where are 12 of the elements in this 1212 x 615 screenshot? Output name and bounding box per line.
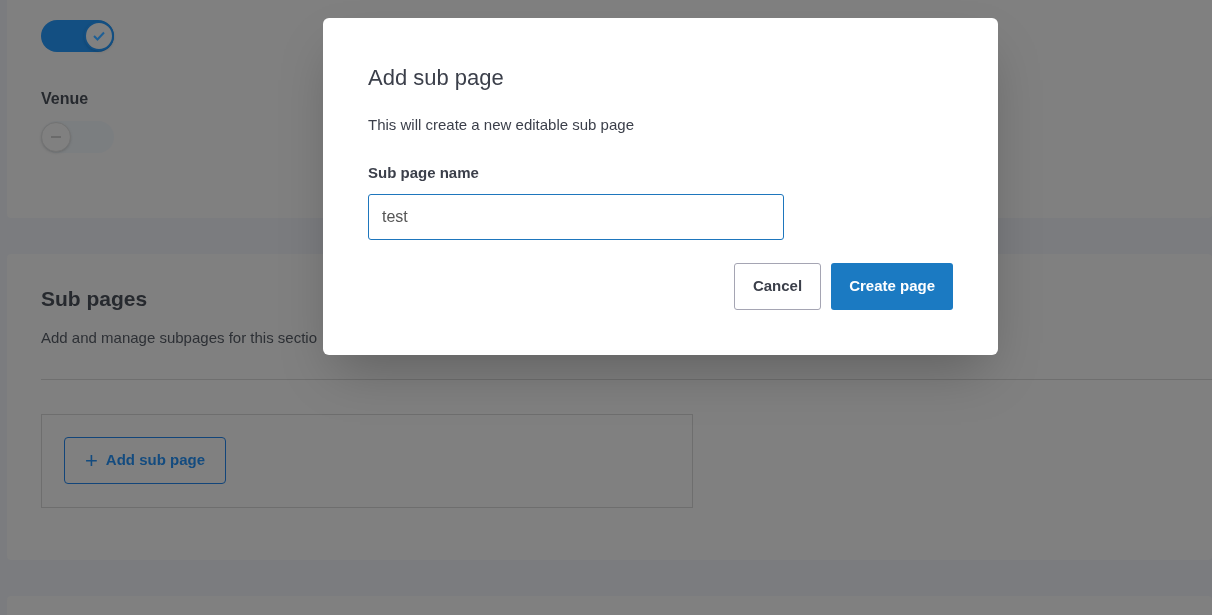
section-title: Sub pages bbox=[41, 286, 148, 312]
dialog-description: This will create a new editable sub page bbox=[368, 115, 635, 135]
name-input-field[interactable]: test bbox=[368, 194, 784, 240]
dialog-title: Add sub page bbox=[368, 64, 505, 92]
section-description: Add and manage subpages for this sectio bbox=[41, 328, 317, 348]
field-label: Sub page name bbox=[368, 162, 480, 183]
cancel-button[interactable]: Cancel bbox=[733, 263, 822, 310]
check-icon bbox=[93, 31, 105, 41]
create-page-button[interactable]: Create page bbox=[831, 263, 953, 310]
field-label: Venue bbox=[41, 89, 90, 109]
toggle-switch[interactable] bbox=[41, 20, 114, 52]
plus-icon: + bbox=[85, 449, 98, 472]
